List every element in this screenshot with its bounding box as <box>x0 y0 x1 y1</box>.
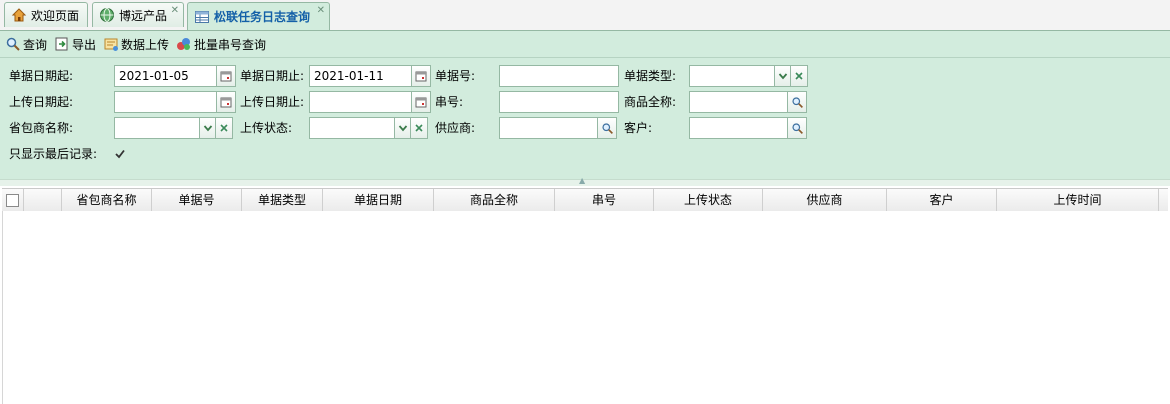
collapse-arrow-icon[interactable]: ▲ <box>579 176 585 185</box>
clear-icon[interactable] <box>410 117 428 139</box>
calendar-icon[interactable] <box>216 65 236 87</box>
batch-icon <box>176 36 192 52</box>
upload-date-from-label: 上传日期起: <box>9 95 74 109</box>
tab-label: 欢迎页面 <box>31 8 80 23</box>
col-vendor-name[interactable]: 省包商名称 <box>62 189 152 211</box>
upload-status-select[interactable] <box>309 117 395 139</box>
search-panel: 查询 导出 数据上传 批量串号查询 单据日期起: 单据日期止: 单据号 <box>0 31 1170 182</box>
export-icon <box>54 36 70 52</box>
toolbar: 查询 导出 数据上传 批量串号查询 <box>0 31 1170 58</box>
tab-label: 博远产品 <box>119 8 168 23</box>
col-upload-status[interactable]: 上传状态 <box>654 189 763 211</box>
only-last-label: 只显示最后记录: <box>9 147 98 161</box>
doc-type-select[interactable] <box>689 65 775 87</box>
globe-icon <box>99 7 115 23</box>
chevron-down-icon[interactable] <box>199 117 216 139</box>
doc-no-input[interactable] <box>499 65 619 87</box>
upload-date-to-label: 上传日期止: <box>240 95 305 109</box>
col-customer[interactable]: 客户 <box>887 189 997 211</box>
close-icon[interactable]: ✕ <box>171 6 179 16</box>
doc-no-label: 单据号: <box>435 69 476 83</box>
col-doc-type[interactable]: 单据类型 <box>242 189 323 211</box>
tab-strip: 欢迎页面 博远产品 ✕ 松联任务日志查询 ✕ <box>0 0 1170 31</box>
search-icon <box>5 36 21 52</box>
vendor-name-select[interactable] <box>114 117 200 139</box>
upload-status-label: 上传状态: <box>240 121 293 135</box>
search-icon[interactable] <box>597 117 617 139</box>
grid-header: 省包商名称 单据号 单据类型 单据日期 商品全称 串号 上传状态 供应商 客户 … <box>2 188 1168 212</box>
search-icon[interactable] <box>787 117 807 139</box>
doc-date-to-input[interactable] <box>309 65 412 87</box>
row-number-header <box>24 189 62 211</box>
table-icon <box>194 9 210 25</box>
doc-date-to-label: 单据日期止: <box>240 69 305 83</box>
home-icon <box>11 7 27 23</box>
export-button[interactable]: 导出 <box>54 34 96 54</box>
supplier-input[interactable] <box>499 117 598 139</box>
doc-date-from-label: 单据日期起: <box>9 69 74 83</box>
doc-date-from-input[interactable] <box>114 65 217 87</box>
tab-label: 松联任务日志查询 <box>214 10 311 24</box>
serial-input[interactable] <box>499 91 619 113</box>
search-icon[interactable] <box>787 91 807 113</box>
calendar-icon[interactable] <box>216 91 236 113</box>
col-supplier[interactable]: 供应商 <box>763 189 887 211</box>
chevron-down-icon[interactable] <box>394 117 411 139</box>
col-doc-date[interactable]: 单据日期 <box>323 189 434 211</box>
only-last-checkbox[interactable] <box>114 148 126 160</box>
col-product-name[interactable]: 商品全称 <box>434 189 555 211</box>
doc-type-label: 单据类型: <box>624 69 677 83</box>
upload-date-from-input[interactable] <box>114 91 217 113</box>
product-name-input[interactable] <box>689 91 788 113</box>
vendor-name-label: 省包商名称: <box>9 121 74 135</box>
upload-button[interactable]: 数据上传 <box>103 34 169 54</box>
col-serial[interactable]: 串号 <box>555 189 654 211</box>
upload-date-to-input[interactable] <box>309 91 412 113</box>
calendar-icon[interactable] <box>411 65 431 87</box>
supplier-label: 供应商: <box>435 121 476 135</box>
panel-splitter[interactable]: ▲ <box>0 176 1170 186</box>
customer-label: 客户: <box>624 121 653 135</box>
query-button[interactable]: 查询 <box>5 34 47 54</box>
col-doc-no[interactable]: 单据号 <box>152 189 242 211</box>
product-name-label: 商品全称: <box>624 95 677 109</box>
clear-icon[interactable] <box>790 65 808 87</box>
clear-icon[interactable] <box>215 117 233 139</box>
col-upload-time[interactable]: 上传时间 <box>997 189 1159 211</box>
select-all-checkbox[interactable] <box>2 189 24 211</box>
tab-welcome[interactable]: 欢迎页面 <box>4 2 88 27</box>
customer-input[interactable] <box>689 117 788 139</box>
serial-label: 串号: <box>435 95 464 109</box>
tab-products[interactable]: 博远产品 ✕ <box>92 2 184 27</box>
batch-serial-query-button[interactable]: 批量串号查询 <box>176 34 266 54</box>
grid-body <box>2 211 1168 404</box>
tab-task-log-query[interactable]: 松联任务日志查询 ✕ <box>187 2 330 30</box>
close-icon[interactable]: ✕ <box>317 6 325 16</box>
chevron-down-icon[interactable] <box>774 65 791 87</box>
upload-icon <box>103 36 119 52</box>
calendar-icon[interactable] <box>411 91 431 113</box>
